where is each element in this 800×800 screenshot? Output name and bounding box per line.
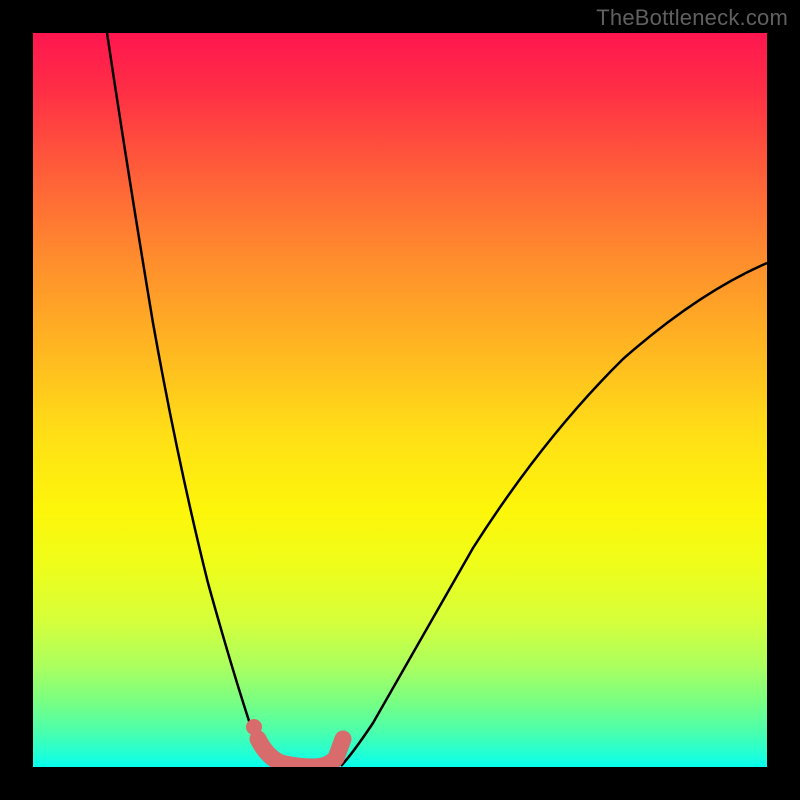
chart-frame: TheBottleneck.com <box>0 0 800 800</box>
curve-right-branch <box>341 263 767 766</box>
watermark-text: TheBottleneck.com <box>596 5 788 31</box>
chart-svg <box>33 33 767 767</box>
curve-left-branch <box>107 33 273 766</box>
curve-bottom-highlight <box>258 739 343 767</box>
plot-area <box>33 33 767 767</box>
highlight-dot <box>246 719 262 735</box>
